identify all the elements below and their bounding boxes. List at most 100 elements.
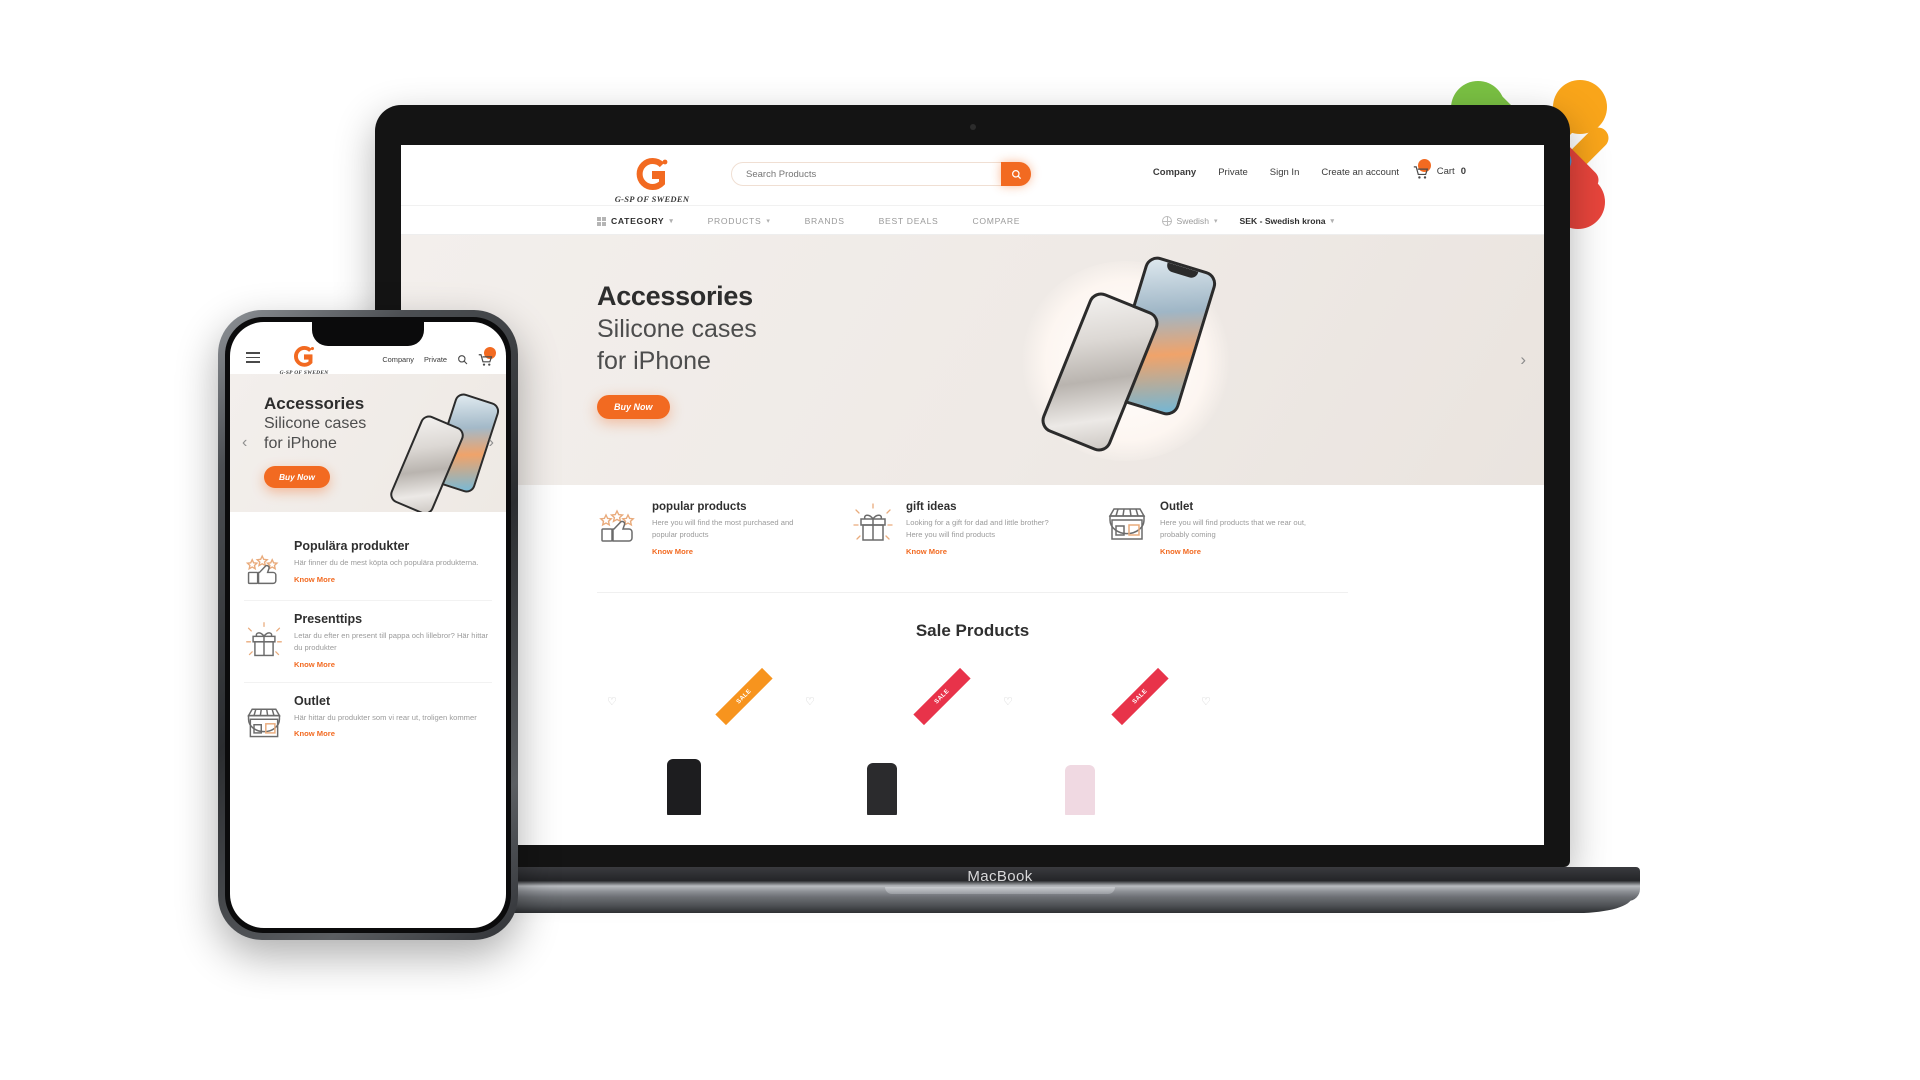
product-grid: ♡ SALE ♡ SALE ♡ SALE ♡ [597, 667, 1365, 815]
feature-card-popular-products[interactable]: popular products Here you will find the … [597, 501, 803, 556]
mobile-cart-button[interactable] [478, 347, 496, 366]
menu-item-category[interactable]: CATEGORY ▾ [597, 216, 674, 226]
top-nav-company[interactable]: Company [1153, 167, 1196, 178]
wishlist-heart-icon[interactable]: ♡ [1201, 695, 1211, 708]
mobile-feature-description: Letar du efter en present till pappa och… [294, 631, 489, 652]
mobile-feature-know-more-link[interactable]: Know More [294, 729, 492, 738]
mobile-site-logo[interactable]: G-SP OF SWEDEN [268, 344, 340, 376]
carousel-next-button[interactable]: › [1520, 351, 1526, 368]
hero-buy-now-button[interactable]: Buy Now [597, 395, 670, 419]
cart-icon [478, 354, 493, 366]
mobile-carousel-prev-button[interactable]: ‹ [242, 434, 247, 452]
product-card[interactable]: ♡ [1191, 685, 1365, 815]
iphone-mockup: G-SP OF SWEDEN Company Private Accessori… [218, 310, 518, 940]
search-icon [1011, 169, 1021, 179]
hamburger-icon[interactable] [246, 352, 260, 366]
mobile-hero-banner: Accessories Silicone cases for iPhone Bu… [230, 374, 506, 512]
wishlist-heart-icon[interactable]: ♡ [805, 695, 815, 708]
feature-know-more-link[interactable]: Know More [906, 547, 1057, 556]
product-image [1247, 729, 1309, 815]
feature-title: Outlet [1160, 501, 1194, 513]
mobile-hero-subtitle-line1: Silicone cases [264, 415, 367, 432]
top-nav-create-account[interactable]: Create an account [1321, 167, 1399, 178]
feature-description: Looking for a gift for dad and little br… [906, 518, 1049, 539]
feature-know-more-link[interactable]: Know More [1160, 547, 1311, 556]
currency-label: SEK - Swedish krona [1239, 216, 1326, 226]
mobile-nav-company[interactable]: Company [382, 355, 414, 364]
product-card[interactable]: ♡ SALE [795, 667, 971, 815]
top-navigation: Company Private Sign In Create an accoun… [1153, 167, 1399, 178]
phone-screen: G-SP OF SWEDEN Company Private Accessori… [230, 322, 506, 928]
gift-box-icon [244, 620, 284, 660]
laptop-notch [885, 887, 1115, 894]
phone-frame: G-SP OF SWEDEN Company Private Accessori… [218, 310, 518, 940]
mobile-hero-product-image [387, 390, 502, 512]
search-bar[interactable] [731, 162, 1031, 186]
section-divider [597, 592, 1348, 593]
logo-text: G-SP OF SWEDEN [614, 194, 690, 204]
mobile-feature-title: Populära produkter [294, 539, 410, 553]
main-menu-bar: CATEGORY ▾ PRODUCTS ▾ BRANDS BEST DEALS … [401, 205, 1544, 235]
site-logo[interactable]: G-SP OF SWEDEN [597, 155, 707, 204]
hero-product-image [1001, 245, 1261, 475]
product-card[interactable]: ♡ SALE [597, 667, 773, 815]
ecommerce-site: G-SP OF SWEDEN Search Products Company P… [401, 145, 1544, 845]
locale-controls: Swedish ▾ SEK - Swedish krona ▾ [1161, 206, 1334, 236]
feature-title: popular products [652, 501, 747, 513]
mobile-feature-list: Populära produkter Här finner du de mest… [230, 512, 506, 755]
feature-card-outlet[interactable]: Outlet Here you will find products that … [1105, 501, 1311, 556]
laptop-brand-label: MacBook [967, 868, 1033, 885]
menu-item-products[interactable]: PRODUCTS ▾ [708, 216, 771, 226]
mobile-nav: Company Private [382, 347, 496, 366]
thumbs-up-stars-icon [597, 501, 641, 545]
language-selector[interactable]: Swedish ▾ [1161, 216, 1218, 226]
menu-item-brands[interactable]: BRANDS [805, 216, 845, 226]
mobile-hero-title: Accessories [264, 394, 365, 413]
menu-item-compare[interactable]: COMPARE [972, 216, 1020, 226]
hero-banner: Accessories Silicone cases for iPhone Bu… [401, 235, 1544, 485]
mobile-feature-card-presenttips[interactable]: Presenttips Letar du efter en present ti… [244, 600, 492, 682]
menu-item-products-label: PRODUCTS [707, 216, 762, 226]
sale-products-section: Sale Products ♡ SALE ♡ SALE ♡ SALE ♡ [401, 595, 1544, 845]
mobile-feature-description: Här finner du de mest köpta och populära… [294, 558, 479, 567]
menu-item-best-deals[interactable]: BEST DEALS [879, 216, 939, 226]
currency-selector[interactable]: SEK - Swedish krona ▾ [1240, 216, 1334, 226]
logo-mark-icon [632, 155, 672, 193]
feature-card-gift-ideas[interactable]: gift ideas Looking for a gift for dad an… [851, 501, 1057, 556]
mobile-nav-private[interactable]: Private [424, 355, 447, 364]
globe-icon [1161, 216, 1172, 226]
mobile-feature-description: Här hittar du produkter som vi rear ut, … [294, 712, 477, 722]
mobile-hero-subtitle-line2: for iPhone [264, 435, 337, 452]
mobile-buy-now-button[interactable]: Buy Now [264, 466, 330, 488]
mobile-feature-know-more-link[interactable]: Know More [294, 660, 492, 669]
feature-know-more-link[interactable]: Know More [652, 547, 803, 556]
mobile-feature-know-more-link[interactable]: Know More [294, 575, 492, 584]
phone-bezel: G-SP OF SWEDEN Company Private Accessori… [225, 317, 511, 933]
chevron-down-icon: ▾ [766, 218, 771, 225]
search-icon[interactable] [457, 354, 468, 365]
product-image [1049, 729, 1111, 815]
wishlist-heart-icon[interactable]: ♡ [1003, 695, 1013, 708]
mobile-feature-card-populara-produkter[interactable]: Populära produkter Här finner du de mest… [244, 528, 492, 600]
sale-ribbon: SALE [1111, 667, 1169, 726]
product-card[interactable]: ♡ SALE [993, 667, 1169, 815]
cart-button[interactable]: Cart 0 [1413, 159, 1466, 179]
sale-ribbon: SALE [913, 667, 971, 726]
mobile-carousel-next-button[interactable]: › [489, 434, 494, 452]
macbook-mockup: G-SP OF SWEDEN Search Products Company P… [360, 105, 1700, 935]
top-nav-sign-in[interactable]: Sign In [1270, 167, 1300, 178]
top-nav-private[interactable]: Private [1218, 167, 1248, 178]
feature-title: gift ideas [906, 501, 957, 513]
main-menu: CATEGORY ▾ PRODUCTS ▾ BRANDS BEST DEALS … [597, 206, 1020, 236]
mobile-feature-card-outlet[interactable]: Outlet Här hittar du produkter som vi re… [244, 681, 492, 755]
hero-subtitle-line1: Silicone cases [597, 315, 757, 343]
wishlist-heart-icon[interactable]: ♡ [607, 695, 617, 708]
phone-notch [312, 322, 424, 346]
search-input[interactable] [746, 163, 986, 185]
hero-text: Accessories Silicone cases for iPhone Bu… [597, 281, 757, 419]
menu-item-category-label: CATEGORY [611, 216, 665, 226]
webcam-icon [969, 124, 976, 130]
sale-ribbon: SALE [715, 667, 773, 726]
search-button[interactable] [1001, 162, 1031, 186]
laptop-foot [370, 897, 1632, 913]
